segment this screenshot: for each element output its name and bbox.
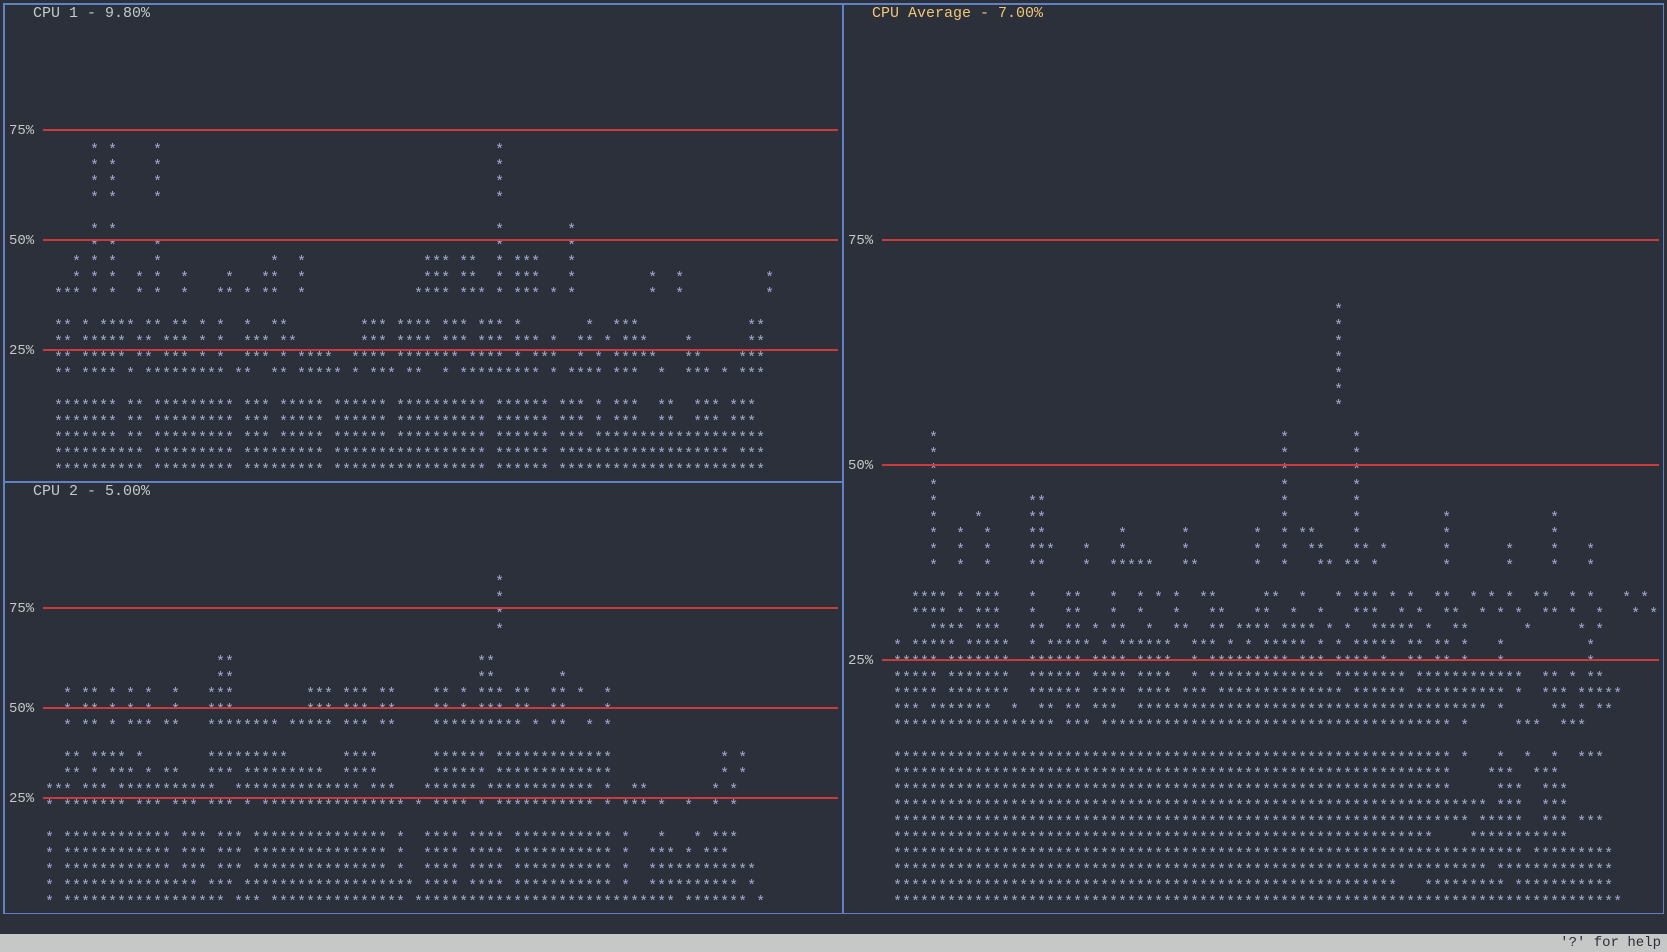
gridline-75 [43,129,838,131]
y-tick-label: 25% [9,791,34,807]
gridline-50 [43,707,838,709]
outer-border: CPU 1 - 9.80% 75% 50% 25% * * * * * * * … [3,3,1664,914]
y-tick-label: 75% [848,233,873,249]
gridline-25 [43,797,838,799]
y-tick-label: 50% [848,458,873,474]
chart-body-cpu1: * * * * * * * * * * * * * * * * [5,143,842,479]
chart-body-cpu2: * * * * ** [5,575,842,911]
help-hint: '?' for help [1560,935,1661,951]
status-bar: '?' for help [0,934,1667,952]
gridline-50 [43,239,838,241]
gridline-75 [43,607,838,609]
panel-title-cpu1: CPU 1 - 9.80% [29,6,154,22]
gridline-50 [882,464,1659,466]
y-tick-label: 50% [9,233,34,249]
y-tick-label: 25% [848,653,873,669]
panel-cpu1: CPU 1 - 9.80% 75% 50% 25% * * * * * * * … [4,4,843,482]
y-tick-label: 25% [9,343,34,359]
chart-body-cpu-average: * * * * [844,303,1663,911]
y-tick-label: 50% [9,701,34,717]
panel-cpu-average: CPU Average - 7.00% 75% 50% 25% * * [843,4,1664,914]
gridline-75 [882,239,1659,241]
gridline-25 [43,349,838,351]
y-tick-label: 75% [9,123,34,139]
panel-cpu2: CPU 2 - 5.00% 75% 50% 25% * * [4,482,843,914]
panel-title-cpu2: CPU 2 - 5.00% [29,484,154,500]
gridline-25 [882,659,1659,661]
terminal-screen: CPU 1 - 9.80% 75% 50% 25% * * * * * * * … [0,0,1667,952]
y-tick-label: 75% [9,601,34,617]
panel-title-cpu-average: CPU Average - 7.00% [868,6,1047,22]
